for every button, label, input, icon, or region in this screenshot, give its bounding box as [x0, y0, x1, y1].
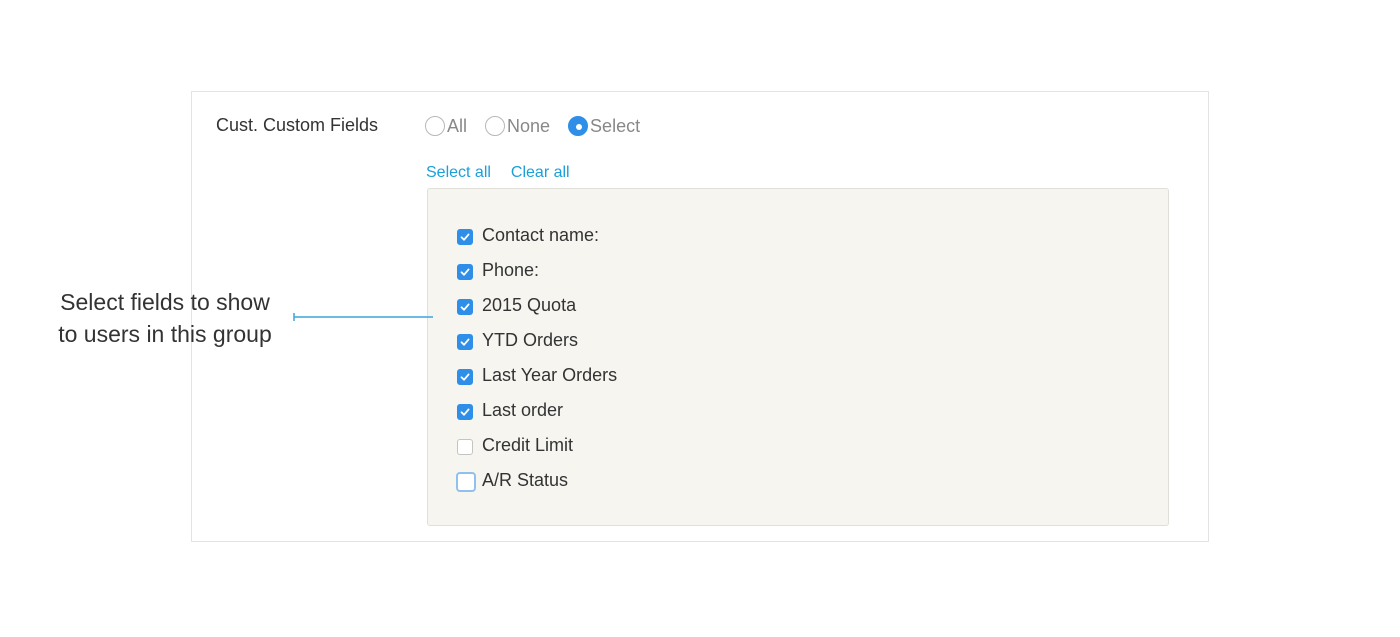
- field-checklist: Contact name: Phone: 2015 Quota YTD Orde…: [456, 218, 617, 498]
- field-label-text: 2015 Quota: [482, 295, 577, 315]
- checkbox[interactable]: [457, 403, 473, 420]
- field-label-text: Credit Limit: [482, 435, 574, 455]
- radio-button-none[interactable]: [485, 116, 506, 136]
- clear-all-link[interactable]: Clear all: [511, 164, 570, 182]
- checkbox[interactable]: [457, 333, 473, 350]
- bulk-actions: Select all Clear all: [426, 164, 590, 182]
- field-row-credit-limit[interactable]: Credit Limit: [457, 428, 617, 463]
- annotation-line-2: to users in this group: [58, 321, 272, 347]
- field-label-text: Last Year Orders: [482, 365, 618, 385]
- annotation-callout-text: Select fields to show to users in this g…: [30, 286, 300, 350]
- radio-label-none: None: [507, 115, 551, 136]
- field-row-last-order[interactable]: Last order: [457, 393, 617, 428]
- checkmark-icon: [460, 408, 470, 416]
- checkbox[interactable]: [457, 298, 473, 315]
- field-row-2015-quota[interactable]: 2015 Quota: [457, 288, 617, 323]
- checkmark-icon: [460, 338, 470, 346]
- field-label-text: Contact name:: [482, 225, 600, 245]
- radio-option-select[interactable]: Select: [568, 116, 640, 137]
- checkbox[interactable]: [456, 471, 476, 492]
- checkmark-icon: [460, 373, 470, 381]
- radio-button-all[interactable]: [425, 116, 445, 136]
- page: Cust. Custom Fields All None Select Sele…: [0, 0, 1400, 637]
- radio-button-select[interactable]: [568, 116, 589, 136]
- visibility-radio-group: All None Select: [425, 115, 658, 137]
- field-row-phone[interactable]: Phone:: [457, 253, 617, 288]
- radio-label-all: All: [447, 115, 468, 136]
- checkbox[interactable]: [457, 438, 473, 455]
- annotation-line-1: Select fields to show: [60, 289, 270, 315]
- field-row-last-year-orders[interactable]: Last Year Orders: [457, 358, 617, 393]
- field-label: Cust. Custom Fields: [216, 115, 379, 135]
- field-label-text: YTD Orders: [482, 330, 579, 350]
- field-row-contact-name[interactable]: Contact name:: [457, 218, 617, 253]
- checkmark-icon: [460, 233, 470, 241]
- select-all-link[interactable]: Select all: [426, 164, 491, 182]
- checkmark-icon: [460, 303, 470, 311]
- radio-option-all[interactable]: All: [425, 116, 467, 137]
- field-label-text: Phone:: [482, 260, 540, 280]
- field-label-text: Last order: [482, 400, 564, 420]
- field-label-text: A/R Status: [482, 470, 569, 490]
- checkbox[interactable]: [457, 263, 473, 280]
- field-row-ytd-orders[interactable]: YTD Orders: [457, 323, 617, 358]
- callout-connector-line: [293, 313, 433, 321]
- radio-option-none[interactable]: None: [485, 116, 550, 137]
- checkbox[interactable]: [457, 228, 473, 245]
- checkbox[interactable]: [457, 368, 473, 385]
- radio-label-select: Select: [590, 115, 641, 136]
- checkmark-icon: [460, 268, 470, 276]
- field-row-ar-status[interactable]: A/R Status: [456, 463, 617, 498]
